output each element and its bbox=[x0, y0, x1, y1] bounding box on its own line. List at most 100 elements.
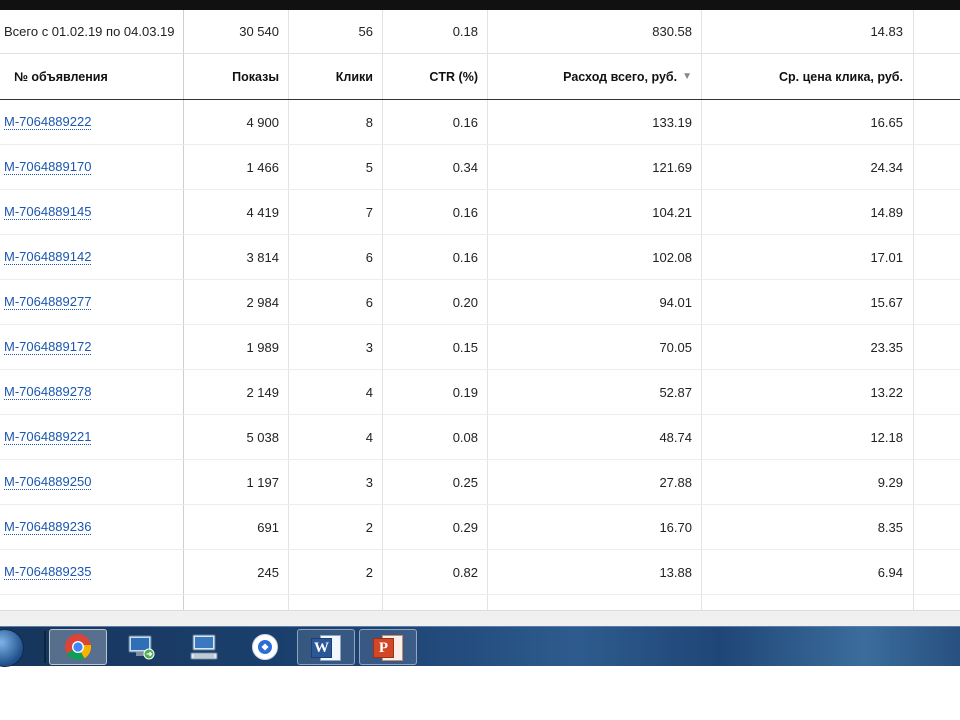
monitor-keyboard-icon bbox=[190, 634, 218, 660]
avg-cpc-cell: 14.89 bbox=[870, 204, 903, 220]
horizontal-scrollbar[interactable] bbox=[0, 610, 960, 627]
clicks-cell: 4 bbox=[365, 384, 373, 400]
taskbar-monitor-button[interactable] bbox=[175, 629, 233, 665]
shows-cell: 2 984 bbox=[246, 294, 279, 310]
ad-number-link[interactable]: M-7064889221 bbox=[4, 429, 92, 445]
ad-number-cell: M-7064889222 bbox=[4, 100, 180, 144]
taskbar-app-button[interactable] bbox=[236, 629, 294, 665]
shows-cell: 1 197 bbox=[246, 474, 279, 490]
spend-cell: 48.74 bbox=[659, 429, 692, 445]
ad-number-link[interactable]: M-7064889235 bbox=[4, 564, 92, 580]
total-row: Всего с 01.02.19 по 04.03.19 30 540 56 0… bbox=[0, 10, 960, 54]
avg-cpc-cell: 23.35 bbox=[870, 339, 903, 355]
spend-cell: 104.21 bbox=[652, 204, 692, 220]
ad-number-link[interactable]: M-7064889277 bbox=[4, 294, 92, 310]
shows-cell: 4 900 bbox=[246, 114, 279, 130]
table-row: M-7064889221 5 038 4 0.08 48.74 12.18 bbox=[0, 415, 960, 460]
ad-number-link[interactable]: M-7064889172 bbox=[4, 339, 92, 355]
ad-number-link[interactable]: M-7064889222 bbox=[4, 114, 92, 130]
window-top-border bbox=[0, 0, 960, 10]
sort-desc-icon[interactable]: ▼ bbox=[682, 71, 692, 82]
ad-number-cell: M-7064889145 bbox=[4, 190, 180, 234]
taskbar-remote-desktop-button[interactable] bbox=[112, 629, 170, 665]
ad-number-link[interactable]: M-7064889250 bbox=[4, 474, 92, 490]
table-row: M-7064889222 4 900 8 0.16 133.19 16.65 bbox=[0, 100, 960, 145]
ad-number-cell: M-7064889172 bbox=[4, 325, 180, 369]
spend-cell: 94.01 bbox=[659, 294, 692, 310]
spend-cell: 27.88 bbox=[659, 474, 692, 490]
header-shows[interactable]: Показы bbox=[184, 54, 279, 99]
header-clicks[interactable]: Клики bbox=[289, 54, 373, 99]
table-header: № объявления Показы Клики CTR (%) Расход… bbox=[0, 54, 960, 100]
avg-cpc-cell: 24.34 bbox=[870, 159, 903, 175]
spend-cell: 16.70 bbox=[659, 519, 692, 535]
spend-cell: 133.19 bbox=[652, 114, 692, 130]
avg-cpc-cell: 13.22 bbox=[870, 384, 903, 400]
table-row: M-7064889278 2 149 4 0.19 52.87 13.22 bbox=[0, 370, 960, 415]
header-avg-cpc[interactable]: Ср. цена клика, руб. bbox=[702, 54, 903, 99]
total-spend: 830.58 bbox=[652, 24, 692, 39]
clicks-cell: 2 bbox=[365, 519, 373, 535]
ctr-cell: 0.16 bbox=[452, 114, 478, 130]
shows-cell: 4 419 bbox=[246, 204, 279, 220]
ad-number-cell: M-7064889278 bbox=[4, 370, 180, 414]
total-label: Всего с 01.02.19 по 04.03.19 bbox=[4, 24, 175, 39]
chrome-icon bbox=[65, 634, 92, 661]
ad-number-cell: M-7064889170 bbox=[4, 145, 180, 189]
ctr-cell: 0.25 bbox=[452, 474, 478, 490]
table-row: M-7064889236 691 2 0.29 16.70 8.35 bbox=[0, 505, 960, 550]
ad-number-cell: M-7064889277 bbox=[4, 280, 180, 324]
taskbar-word-button[interactable]: W bbox=[297, 629, 355, 665]
avg-cpc-cell: 12.18 bbox=[870, 429, 903, 445]
ctr-cell: 0.16 bbox=[452, 249, 478, 265]
table-row: M-7064889172 1 989 3 0.15 70.05 23.35 bbox=[0, 325, 960, 370]
table-row bbox=[0, 595, 960, 610]
ad-number-cell: M-7064889250 bbox=[4, 460, 180, 504]
avg-cpc-cell: 8.35 bbox=[877, 519, 903, 535]
powerpoint-icon: P bbox=[373, 633, 403, 661]
ad-number-link[interactable]: M-7064889170 bbox=[4, 159, 92, 175]
shows-cell: 691 bbox=[257, 519, 279, 535]
ad-number-link[interactable]: M-7064889145 bbox=[4, 204, 92, 220]
avg-cpc-cell: 16.65 bbox=[870, 114, 903, 130]
ad-number-link[interactable]: M-7064889278 bbox=[4, 384, 92, 400]
ad-number-cell: M-7064889221 bbox=[4, 415, 180, 459]
clicks-cell: 7 bbox=[365, 204, 373, 220]
shows-cell: 2 149 bbox=[246, 384, 279, 400]
table-row: M-7064889235 245 2 0.82 13.88 6.94 bbox=[0, 550, 960, 595]
clicks-cell: 6 bbox=[365, 249, 373, 265]
total-shows: 30 540 bbox=[239, 24, 279, 39]
taskbar-powerpoint-button[interactable]: P bbox=[359, 629, 417, 665]
stats-table: Всего с 01.02.19 по 04.03.19 30 540 56 0… bbox=[0, 10, 960, 610]
spend-cell: 52.87 bbox=[659, 384, 692, 400]
start-button[interactable] bbox=[0, 629, 24, 667]
ctr-cell: 0.82 bbox=[452, 564, 478, 580]
header-spend-cell[interactable]: Расход всего, руб. ▼ bbox=[488, 54, 692, 99]
ad-number-link[interactable]: M-7064889236 bbox=[4, 519, 92, 535]
spend-cell: 102.08 bbox=[652, 249, 692, 265]
spend-cell: 121.69 bbox=[652, 159, 692, 175]
spend-cell: 70.05 bbox=[659, 339, 692, 355]
header-ctr[interactable]: CTR (%) bbox=[383, 54, 478, 99]
shows-cell: 1 989 bbox=[246, 339, 279, 355]
clicks-cell: 3 bbox=[365, 339, 373, 355]
clicks-cell: 2 bbox=[365, 564, 373, 580]
ad-number-link[interactable]: M-7064889142 bbox=[4, 249, 92, 265]
shows-cell: 3 814 bbox=[246, 249, 279, 265]
taskbar-chrome-button[interactable] bbox=[49, 629, 107, 665]
avg-cpc-cell: 9.29 bbox=[877, 474, 903, 490]
ctr-cell: 0.16 bbox=[452, 204, 478, 220]
shows-cell: 5 038 bbox=[246, 429, 279, 445]
ctr-cell: 0.15 bbox=[452, 339, 478, 355]
total-ctr: 0.18 bbox=[452, 24, 478, 39]
windows-taskbar: W P bbox=[0, 626, 960, 667]
table-row: M-7064889250 1 197 3 0.25 27.88 9.29 bbox=[0, 460, 960, 505]
ctr-cell: 0.20 bbox=[452, 294, 478, 310]
total-avg-cpc: 14.83 bbox=[870, 24, 903, 39]
clicks-cell: 3 bbox=[365, 474, 373, 490]
ad-number-cell: M-7064889236 bbox=[4, 505, 180, 549]
avg-cpc-cell: 6.94 bbox=[877, 564, 903, 580]
header-ad-number[interactable]: № объявления bbox=[14, 54, 180, 99]
table-row: M-7064889170 1 466 5 0.34 121.69 24.34 bbox=[0, 145, 960, 190]
avg-cpc-cell: 17.01 bbox=[870, 249, 903, 265]
